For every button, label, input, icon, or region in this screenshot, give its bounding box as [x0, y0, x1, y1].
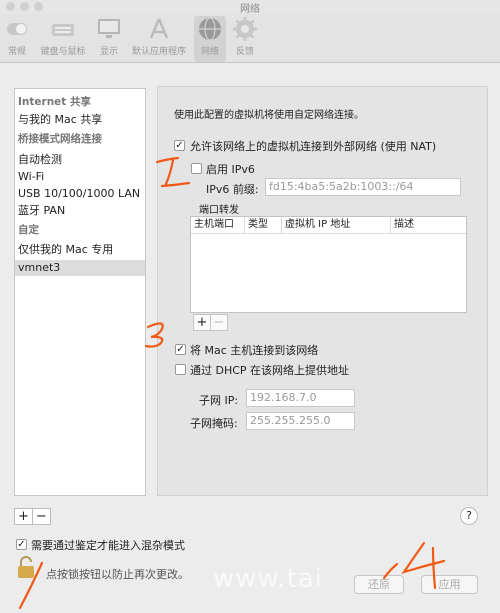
- annotation-overlay: [18, 156, 446, 610]
- annotation-stroke-1a: [155, 156, 180, 164]
- annotation-stroke-4b: [431, 546, 437, 590]
- annotation-stroke-1b: [164, 158, 175, 186]
- annotation-stroke-slash: [18, 561, 44, 610]
- annotation-stroke-3: [144, 322, 164, 348]
- annotation-stroke-4c: [382, 562, 399, 580]
- annotation-stroke-4a: [401, 541, 446, 574]
